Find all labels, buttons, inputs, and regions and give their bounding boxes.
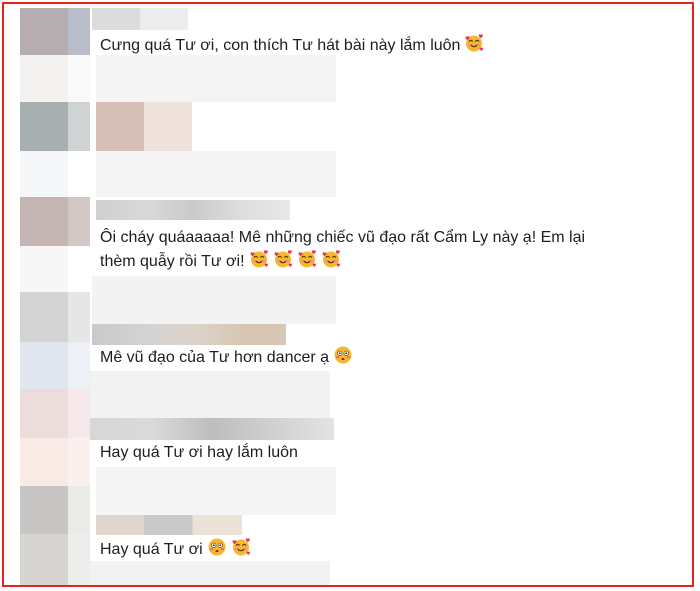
- commenter-name-blurred[interactable]: [96, 200, 290, 220]
- commenter-name-blurred[interactable]: [96, 515, 242, 535]
- avatar: [68, 8, 90, 55]
- smiling-face-with-hearts-icon: [297, 249, 317, 269]
- smiling-face-with-hearts-icon: [321, 249, 341, 269]
- commenter-name-blurred[interactable]: [92, 8, 140, 30]
- flushed-face-icon: [333, 345, 353, 365]
- avatar[interactable]: [20, 8, 68, 55]
- comment-text: Cưng quá Tư ơi, con thích Tư hát bài này…: [100, 33, 484, 57]
- comment-body: Hay quá Tư ơi: [100, 541, 203, 558]
- avatar: [68, 292, 90, 342]
- avatar[interactable]: [20, 197, 68, 246]
- commenter-name-blurred[interactable]: [92, 324, 286, 345]
- screenshot-frame: Cưng quá Tư ơi, con thích Tư hát bài này…: [2, 2, 694, 587]
- avatar: [68, 197, 90, 246]
- smiling-face-with-hearts-icon: [249, 249, 269, 269]
- comment-body: Mê vũ đạo của Tư hơn dancer ạ: [100, 349, 330, 366]
- avatar: [20, 151, 68, 197]
- comment-body: Cưng quá Tư ơi, con thích Tư hát bài này…: [100, 37, 461, 54]
- avatar: [68, 55, 90, 102]
- comment-meta-blurred: [96, 467, 336, 515]
- smiling-face-with-hearts-icon: [273, 249, 293, 269]
- smiling-face-with-hearts-icon: [231, 537, 251, 557]
- avatar: [20, 534, 68, 585]
- comment-text: Hay quá Tư ơi hay lắm luôn: [100, 441, 298, 464]
- avatar: [68, 102, 90, 151]
- avatar: [68, 486, 90, 534]
- comment-body-line-2: thèm quẫy rồi Tư ơi!: [100, 253, 245, 270]
- avatar[interactable]: [20, 486, 68, 534]
- avatar: [68, 534, 90, 585]
- comment-meta-blurred: [92, 276, 336, 324]
- comment-body-line-1: Ôi cháy quáaaaaa! Mê những chiếc vũ đạo …: [100, 229, 586, 246]
- flushed-face-icon: [207, 537, 227, 557]
- avatar: [20, 438, 68, 486]
- avatar: [20, 342, 68, 389]
- comment-text: Hay quá Tư ơi: [100, 537, 251, 561]
- attachment-blurred[interactable]: [144, 102, 192, 151]
- avatar: [20, 246, 68, 292]
- comment-text: Ôi cháy quáaaaaa! Mê những chiếc vũ đạo …: [100, 226, 585, 249]
- commenter-name-blurred[interactable]: [90, 418, 334, 440]
- comment-text: thèm quẫy rồi Tư ơi!: [100, 249, 341, 273]
- avatar: [20, 55, 68, 102]
- attachment-blurred[interactable]: [96, 102, 144, 151]
- avatar[interactable]: [20, 389, 68, 438]
- avatar: [68, 342, 90, 389]
- avatar: [68, 438, 90, 486]
- comment-meta-blurred: [96, 55, 336, 102]
- smiling-face-with-hearts-icon: [464, 33, 484, 53]
- comment-text: Mê vũ đạo của Tư hơn dancer ạ: [100, 345, 353, 369]
- comment-body: Hay quá Tư ơi hay lắm luôn: [100, 444, 298, 461]
- avatar: [68, 389, 90, 438]
- comment-meta-blurred: [90, 371, 330, 418]
- commenter-name-blurred[interactable]: [140, 8, 188, 30]
- comment-meta-blurred: [90, 561, 330, 585]
- avatar[interactable]: [20, 102, 68, 151]
- comment-meta-blurred: [96, 151, 336, 197]
- avatar[interactable]: [20, 292, 68, 342]
